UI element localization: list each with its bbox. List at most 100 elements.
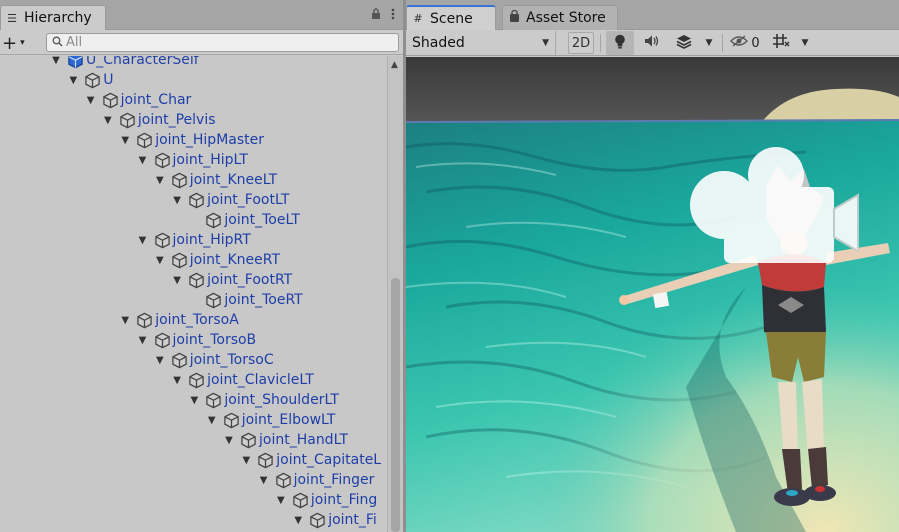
expand-triangle-icon[interactable]: ▼: [292, 515, 304, 526]
expand-triangle-icon[interactable]: ▼: [223, 435, 235, 446]
kebab-menu-icon[interactable]: [391, 8, 395, 23]
hierarchy-item[interactable]: ▼ joint_KneeLT: [154, 170, 277, 190]
hierarchy-item-label: joint_Char: [120, 92, 192, 108]
gameobject-cube-icon: [136, 312, 153, 329]
hierarchy-item[interactable]: ▼ joint_HandLT: [223, 430, 348, 450]
effects-dropdown[interactable]: ▼: [700, 31, 718, 55]
hierarchy-item[interactable]: ▼ U: [67, 70, 113, 90]
hierarchy-item[interactable]: ▼ joint_HipRT: [137, 230, 251, 250]
expand-triangle-icon[interactable]: ▼: [154, 255, 166, 266]
search-icon: [52, 36, 63, 50]
shopping-bag-icon: [507, 9, 521, 26]
expand-triangle-icon[interactable]: ▼: [171, 195, 183, 206]
expand-triangle-icon[interactable]: ▼: [171, 275, 183, 286]
scrollbar-thumb[interactable]: [391, 278, 400, 532]
hierarchy-item[interactable]: ▼ joint_HipLT: [137, 150, 248, 170]
scene-viewport[interactable]: [406, 57, 899, 532]
expand-triangle-icon[interactable]: ▼: [258, 475, 270, 486]
hierarchy-item-label: joint_Fing: [310, 492, 378, 508]
hierarchy-item[interactable]: ▼ joint_Finger: [258, 470, 375, 490]
expand-triangle-icon[interactable]: ▼: [206, 415, 218, 426]
gameobject-cube-icon: [223, 412, 240, 429]
grid-toggle-icon: [772, 33, 790, 53]
scroll-up-arrow-icon[interactable]: ▲: [391, 60, 398, 70]
hierarchy-tree: ▼ U_CharacterSelf ▼ U ▼ joint_Char ▼ joint_Pelv…: [0, 56, 387, 532]
hierarchy-item[interactable]: ▼ joint_FootLT: [171, 190, 289, 210]
hierarchy-item-label: joint_KneeRT: [189, 252, 281, 268]
toggle-2d-label: 2D: [571, 35, 591, 51]
hierarchy-item[interactable]: ▼ joint_CapitateL: [240, 450, 381, 470]
hierarchy-item[interactable]: ▼joint_ToeLT: [188, 210, 300, 230]
hidden-count: 0: [751, 35, 760, 51]
expand-triangle-icon[interactable]: ▼: [137, 335, 149, 346]
hierarchy-item[interactable]: ▼ joint_Char: [85, 90, 192, 110]
expand-triangle-icon[interactable]: ▼: [154, 355, 166, 366]
hierarchy-item[interactable]: ▼ joint_Pelvis: [102, 110, 215, 130]
gameobject-cube-icon: [171, 252, 188, 269]
hierarchy-item[interactable]: ▼ joint_TorsoC: [154, 350, 274, 370]
lighting-toggle-button[interactable]: [606, 31, 634, 55]
hidden-objects-toggle[interactable]: 0: [726, 31, 764, 55]
search-field[interactable]: [46, 33, 399, 52]
toggle-2d-button[interactable]: 2D: [568, 32, 594, 54]
expand-triangle-icon[interactable]: ▼: [50, 56, 62, 66]
grid-hash-icon: #: [413, 12, 423, 25]
gameobject-cube-icon: [136, 132, 153, 149]
expand-triangle-icon[interactable]: ▼: [137, 155, 149, 166]
tab-asset-store[interactable]: Asset Store: [502, 5, 618, 30]
create-button[interactable]: + ▾: [2, 33, 36, 54]
gizmo-grid-dropdown[interactable]: ▼: [796, 31, 814, 55]
hierarchy-item-label: joint_TorsoB: [172, 332, 257, 348]
search-input[interactable]: [66, 35, 366, 50]
hierarchy-item[interactable]: ▼ joint_TorsoA: [119, 310, 239, 330]
hierarchy-item[interactable]: ▼ joint_TorsoB: [137, 330, 257, 350]
expand-triangle-icon[interactable]: ▼: [119, 315, 131, 326]
hierarchy-item[interactable]: ▼ joint_Fi: [292, 510, 377, 530]
hierarchy-item-label: joint_FootRT: [207, 272, 293, 288]
expand-triangle-icon[interactable]: ▼: [119, 135, 131, 146]
hierarchy-item[interactable]: ▼ joint_ClavicleLT: [171, 370, 314, 390]
expand-triangle-icon[interactable]: ▼: [85, 95, 97, 106]
hierarchy-item-label: joint_HandLT: [259, 432, 348, 448]
gameobject-cube-icon: [257, 452, 274, 469]
hierarchy-item[interactable]: ▼ U_CharacterSelf: [50, 56, 199, 70]
expand-triangle-icon[interactable]: ▼: [240, 455, 252, 466]
toolbar-separator: [722, 34, 723, 52]
gameobject-cube-icon: [188, 272, 205, 289]
gizmo-grid-toggle-button[interactable]: [768, 31, 794, 55]
hierarchy-item[interactable]: ▼ joint_ElbowLT: [206, 410, 336, 430]
expand-triangle-icon[interactable]: ▼: [154, 175, 166, 186]
hierarchy-item[interactable]: ▼ joint_HipMaster: [119, 130, 264, 150]
expand-triangle-icon[interactable]: ▼: [171, 375, 183, 386]
shading-mode-value: Shaded: [412, 35, 465, 51]
hierarchy-item-label: joint_ToeLT: [224, 212, 300, 228]
hierarchy-item[interactable]: ▼ joint_FootRT: [171, 270, 292, 290]
hierarchy-item[interactable]: ▼ joint_ShoulderLT: [188, 390, 339, 410]
scene-toolbar: Shaded ▼ 2D ▼ 0 ▼: [406, 30, 899, 56]
gameobject-cube-icon: [154, 332, 171, 349]
tab-hierarchy[interactable]: ☰ Hierarchy: [0, 5, 106, 30]
shading-mode-dropdown[interactable]: Shaded ▼: [406, 31, 556, 55]
hierarchy-item-label: joint_HipRT: [172, 232, 251, 248]
expand-triangle-icon[interactable]: ▼: [137, 235, 149, 246]
gameobject-cube-icon: [102, 92, 119, 109]
expand-triangle-icon[interactable]: ▼: [102, 115, 114, 126]
expand-triangle-icon[interactable]: ▼: [67, 75, 79, 86]
effects-toggle-button[interactable]: [670, 31, 698, 55]
gameobject-cube-icon: [171, 172, 188, 189]
tab-asset-store-label: Asset Store: [526, 10, 606, 26]
gameobject-cube-icon: [84, 72, 101, 89]
tab-scene[interactable]: # Scene: [406, 5, 496, 30]
hierarchy-item[interactable]: ▼joint_ToeRT: [188, 290, 303, 310]
chevron-down-icon: ▼: [705, 38, 713, 48]
vertical-scrollbar[interactable]: ▲: [387, 56, 403, 532]
hierarchy-item[interactable]: ▼ joint_Fing: [275, 490, 377, 510]
expand-triangle-icon[interactable]: ▼: [275, 495, 287, 506]
hierarchy-item-label: joint_ToeRT: [224, 292, 303, 308]
gameobject-cube-icon: [171, 352, 188, 369]
lock-icon[interactable]: [371, 8, 381, 23]
audio-toggle-button[interactable]: [638, 31, 666, 55]
expand-triangle-icon[interactable]: ▼: [188, 395, 200, 406]
hierarchy-item[interactable]: ▼ joint_KneeRT: [154, 250, 280, 270]
gameobject-cube-icon: [309, 512, 326, 529]
